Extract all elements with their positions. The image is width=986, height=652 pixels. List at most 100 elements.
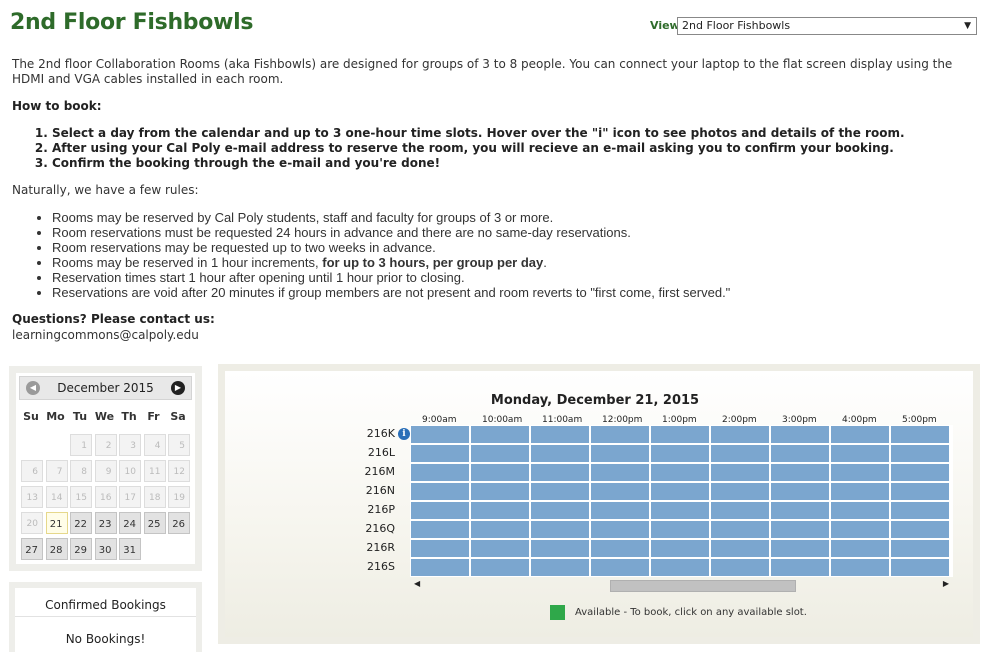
time-slot[interactable] [831,426,889,443]
time-slot[interactable] [651,483,709,500]
time-slot[interactable] [531,445,589,462]
time-slot[interactable] [771,521,829,538]
time-slot[interactable] [651,464,709,481]
calendar-day[interactable]: 25 [143,512,166,534]
time-slot[interactable] [711,464,769,481]
calendar-day[interactable]: 23 [94,512,117,534]
time-slot[interactable] [471,464,529,481]
horizontal-scrollbar[interactable]: ◀ ▶ [410,578,953,592]
time-slot[interactable] [771,464,829,481]
time-slot[interactable] [591,445,649,462]
time-slot[interactable] [891,502,949,519]
time-slot[interactable] [771,445,829,462]
time-slot[interactable] [831,445,889,462]
time-slot[interactable] [591,521,649,538]
time-slot[interactable] [771,559,829,576]
time-slot[interactable] [651,502,709,519]
calendar-day[interactable]: 28 [45,538,68,560]
calendar-day[interactable]: 26 [168,512,190,534]
time-slot[interactable] [591,426,649,443]
calendar-day[interactable]: 24 [119,512,141,534]
time-slot[interactable] [471,521,529,538]
time-slot[interactable] [471,445,529,462]
howto-heading: How to book: [12,99,102,113]
info-icon[interactable]: i [398,428,410,440]
time-slot[interactable] [411,540,469,557]
time-slot[interactable] [771,426,829,443]
time-slot[interactable] [411,483,469,500]
time-slot[interactable] [831,464,889,481]
time-slot[interactable] [411,445,469,462]
time-slot[interactable] [471,426,529,443]
time-slot[interactable] [891,464,949,481]
next-month-icon[interactable]: ▶ [171,381,185,395]
time-slot[interactable] [591,483,649,500]
time-slot[interactable] [411,464,469,481]
time-slot[interactable] [711,445,769,462]
calendar-header: ◀ December 2015 ▶ [19,376,192,400]
time-slot[interactable] [891,445,949,462]
calendar: ◀ December 2015 ▶ Su Mo Tu We Th Fr Sa 1 2 3 4 5 6 7 8… [16,373,195,564]
time-slot[interactable] [411,426,469,443]
time-slot[interactable] [651,540,709,557]
time-slot[interactable] [471,483,529,500]
time-slot[interactable] [831,521,889,538]
scroll-left-icon[interactable]: ◀ [414,579,420,588]
time-slot[interactable] [591,502,649,519]
time-slot[interactable] [411,502,469,519]
time-slot[interactable] [651,559,709,576]
time-slot[interactable] [711,559,769,576]
calendar-day[interactable]: 27 [21,538,43,560]
time-slot[interactable] [591,559,649,576]
time-slot[interactable] [411,559,469,576]
prev-month-icon[interactable]: ◀ [26,381,40,395]
time-column-label: 11:00am [542,415,583,425]
view-select[interactable]: 2nd Floor Fishbowls ▼ [677,17,977,35]
time-slot[interactable] [711,540,769,557]
weekday-label: Fr [147,410,160,423]
scroll-right-icon[interactable]: ▶ [943,579,949,588]
time-slot[interactable] [771,483,829,500]
time-slot[interactable] [471,559,529,576]
time-slot[interactable] [531,464,589,481]
time-slot[interactable] [531,521,589,538]
time-slot[interactable] [531,502,589,519]
scrollbar-thumb[interactable] [610,580,796,592]
calendar-day: 11 [143,460,166,482]
time-slot[interactable] [651,426,709,443]
time-slot[interactable] [891,521,949,538]
calendar-day-today[interactable]: 21 [45,512,68,534]
time-slot[interactable] [711,426,769,443]
questions-heading: Questions? Please contact us: [12,312,215,326]
time-slot[interactable] [591,540,649,557]
time-slot[interactable] [531,426,589,443]
time-slot[interactable] [531,540,589,557]
time-slot[interactable] [891,559,949,576]
time-slot[interactable] [891,540,949,557]
calendar-day[interactable]: 22 [70,512,92,534]
time-slot[interactable] [651,445,709,462]
time-slot[interactable] [891,426,949,443]
calendar-day[interactable]: 29 [70,538,92,560]
time-slot[interactable] [531,483,589,500]
weekday-label: Th [121,410,137,423]
time-slot[interactable] [771,540,829,557]
calendar-day[interactable]: 30 [94,538,117,560]
time-slot[interactable] [831,559,889,576]
time-slot[interactable] [831,502,889,519]
time-slot[interactable] [651,521,709,538]
calendar-day[interactable]: 31 [119,538,141,560]
time-slot[interactable] [411,521,469,538]
time-slot[interactable] [771,502,829,519]
time-slot[interactable] [591,464,649,481]
time-slot[interactable] [831,540,889,557]
time-slot[interactable] [831,483,889,500]
time-slot[interactable] [891,483,949,500]
time-slot[interactable] [531,559,589,576]
time-slot[interactable] [471,502,529,519]
time-column-label: 3:00pm [782,415,817,425]
time-slot[interactable] [471,540,529,557]
time-slot[interactable] [711,521,769,538]
time-slot[interactable] [711,483,769,500]
time-slot[interactable] [711,502,769,519]
